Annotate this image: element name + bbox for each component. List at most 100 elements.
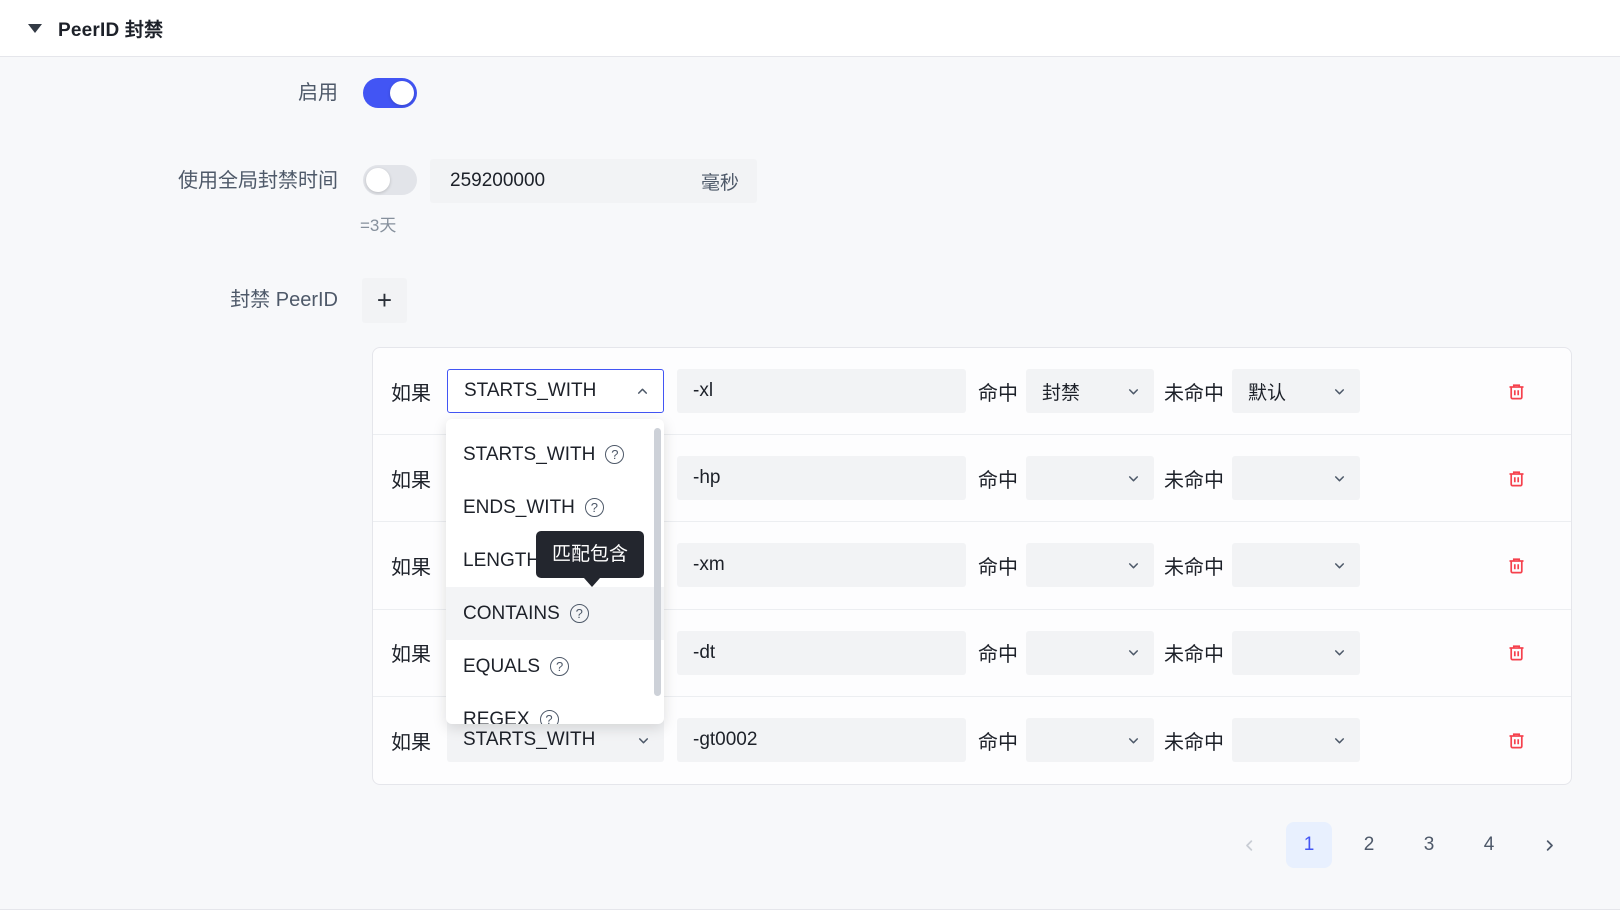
page-button-3[interactable]: 3: [1406, 822, 1452, 868]
dropdown-option-starts-with[interactable]: STARTS_WITH ?: [446, 428, 664, 481]
delete-rule-button[interactable]: [1499, 374, 1533, 408]
tooltip: 匹配包含: [536, 531, 644, 578]
option-label: LENGTH: [463, 550, 540, 572]
hit-label: 命中: [978, 638, 1018, 667]
miss-label: 未命中: [1164, 551, 1224, 580]
delete-rule-button[interactable]: [1499, 461, 1533, 495]
prev-page-button[interactable]: [1226, 822, 1272, 868]
tooltip-text: 匹配包含: [552, 544, 628, 565]
help-icon[interactable]: ?: [550, 657, 569, 676]
next-page-button[interactable]: [1526, 822, 1572, 868]
section-header[interactable]: PeerID 封禁: [0, 0, 1620, 57]
page-button-1[interactable]: 1: [1286, 822, 1332, 868]
chevron-up-icon: [636, 385, 649, 398]
chevron-left-icon: [1242, 838, 1257, 853]
pattern-input[interactable]: [677, 456, 966, 500]
if-label: 如果: [391, 377, 432, 406]
trash-icon: [1507, 643, 1526, 662]
hit-action-select[interactable]: 封禁: [1026, 369, 1154, 413]
hit-action-value: 封禁: [1042, 378, 1080, 405]
peerid-ban-panel: PeerID 封禁 启用 使用全局封禁时间 毫秒 =3天 封禁 PeerID +…: [0, 0, 1620, 914]
chevron-down-icon: [1333, 646, 1346, 659]
trash-icon: [1507, 382, 1526, 401]
help-icon[interactable]: ?: [540, 710, 559, 724]
chevron-down-icon: [1127, 385, 1140, 398]
if-label: 如果: [391, 726, 432, 755]
hit-action-select[interactable]: [1026, 543, 1154, 587]
miss-action-select[interactable]: [1232, 631, 1360, 675]
miss-action-select[interactable]: [1232, 456, 1360, 500]
chevron-down-icon: [1333, 472, 1346, 485]
hit-action-select[interactable]: [1026, 631, 1154, 675]
option-label: STARTS_WITH: [463, 444, 595, 466]
pattern-input[interactable]: [677, 369, 966, 413]
add-rule-button[interactable]: +: [362, 278, 407, 323]
chevron-down-icon: [1333, 385, 1346, 398]
miss-label: 未命中: [1164, 638, 1224, 667]
ban-duration-input[interactable]: [450, 170, 701, 192]
option-label: ENDS_WITH: [463, 497, 575, 519]
hit-action-select[interactable]: [1026, 456, 1154, 500]
chevron-down-icon: [1127, 559, 1140, 572]
pattern-input[interactable]: [677, 718, 966, 762]
enable-label: 启用: [0, 79, 338, 107]
hit-label: 命中: [978, 726, 1018, 755]
chevron-down-icon: [1333, 734, 1346, 747]
chevron-down-icon: [1127, 472, 1140, 485]
dropdown-option-contains[interactable]: CONTAINS ?: [446, 587, 664, 640]
dropdown-option-equals[interactable]: EQUALS ?: [446, 640, 664, 693]
miss-action-select[interactable]: [1232, 718, 1360, 762]
chevron-right-icon: [1542, 838, 1557, 853]
option-label: EQUALS: [463, 656, 540, 678]
if-label: 如果: [391, 464, 432, 493]
collapse-triangle-icon[interactable]: [28, 24, 42, 33]
operator-value: STARTS_WITH: [463, 729, 595, 751]
chevron-down-icon: [1333, 559, 1346, 572]
miss-action-select[interactable]: [1232, 543, 1360, 587]
toggle-knob: [390, 81, 414, 105]
hit-action-select[interactable]: [1026, 718, 1154, 762]
miss-action-value: 默认: [1248, 378, 1286, 405]
trash-icon: [1507, 731, 1526, 750]
operator-value: STARTS_WITH: [464, 380, 596, 402]
dropdown-option-regex[interactable]: REGEX ?: [446, 693, 664, 724]
pagination: 1 2 3 4: [1226, 822, 1572, 868]
operator-select[interactable]: STARTS_WITH: [447, 718, 664, 762]
help-icon[interactable]: ?: [570, 604, 589, 623]
help-icon[interactable]: ?: [585, 498, 604, 517]
miss-label: 未命中: [1164, 464, 1224, 493]
miss-label: 未命中: [1164, 726, 1224, 755]
enable-toggle[interactable]: [363, 78, 417, 108]
global-ban-time-toggle[interactable]: [363, 165, 417, 195]
hit-label: 命中: [978, 377, 1018, 406]
ban-peerid-label: 封禁 PeerID: [0, 286, 338, 314]
help-icon[interactable]: ?: [605, 445, 624, 464]
delete-rule-button[interactable]: [1499, 548, 1533, 582]
ban-duration-unit: 毫秒: [701, 168, 739, 195]
section-body: 启用 使用全局封禁时间 毫秒 =3天 封禁 PeerID + 如果 STARTS…: [0, 57, 1620, 910]
option-label: REGEX: [463, 709, 530, 725]
page-button-4[interactable]: 4: [1466, 822, 1512, 868]
hit-label: 命中: [978, 464, 1018, 493]
section-title: PeerID 封禁: [58, 15, 163, 42]
if-label: 如果: [391, 638, 432, 667]
chevron-down-icon: [637, 734, 650, 747]
duration-hint: =3天: [360, 211, 396, 236]
miss-action-select[interactable]: 默认: [1232, 369, 1360, 413]
page-button-2[interactable]: 2: [1346, 822, 1392, 868]
option-label: CONTAINS: [463, 603, 560, 625]
ban-duration-field: 毫秒: [430, 159, 757, 203]
pattern-input[interactable]: [677, 631, 966, 675]
dropdown-scrollbar[interactable]: [654, 428, 661, 696]
if-label: 如果: [391, 551, 432, 580]
dropdown-option-ends-with[interactable]: ENDS_WITH ?: [446, 481, 664, 534]
trash-icon: [1507, 469, 1526, 488]
delete-rule-button[interactable]: [1499, 636, 1533, 670]
operator-select[interactable]: STARTS_WITH: [447, 369, 664, 413]
global-ban-time-label: 使用全局封禁时间: [0, 167, 338, 195]
delete-rule-button[interactable]: [1499, 723, 1533, 757]
pattern-input[interactable]: [677, 543, 966, 587]
tooltip-arrow: [584, 578, 600, 587]
toggle-knob: [366, 168, 390, 192]
trash-icon: [1507, 556, 1526, 575]
